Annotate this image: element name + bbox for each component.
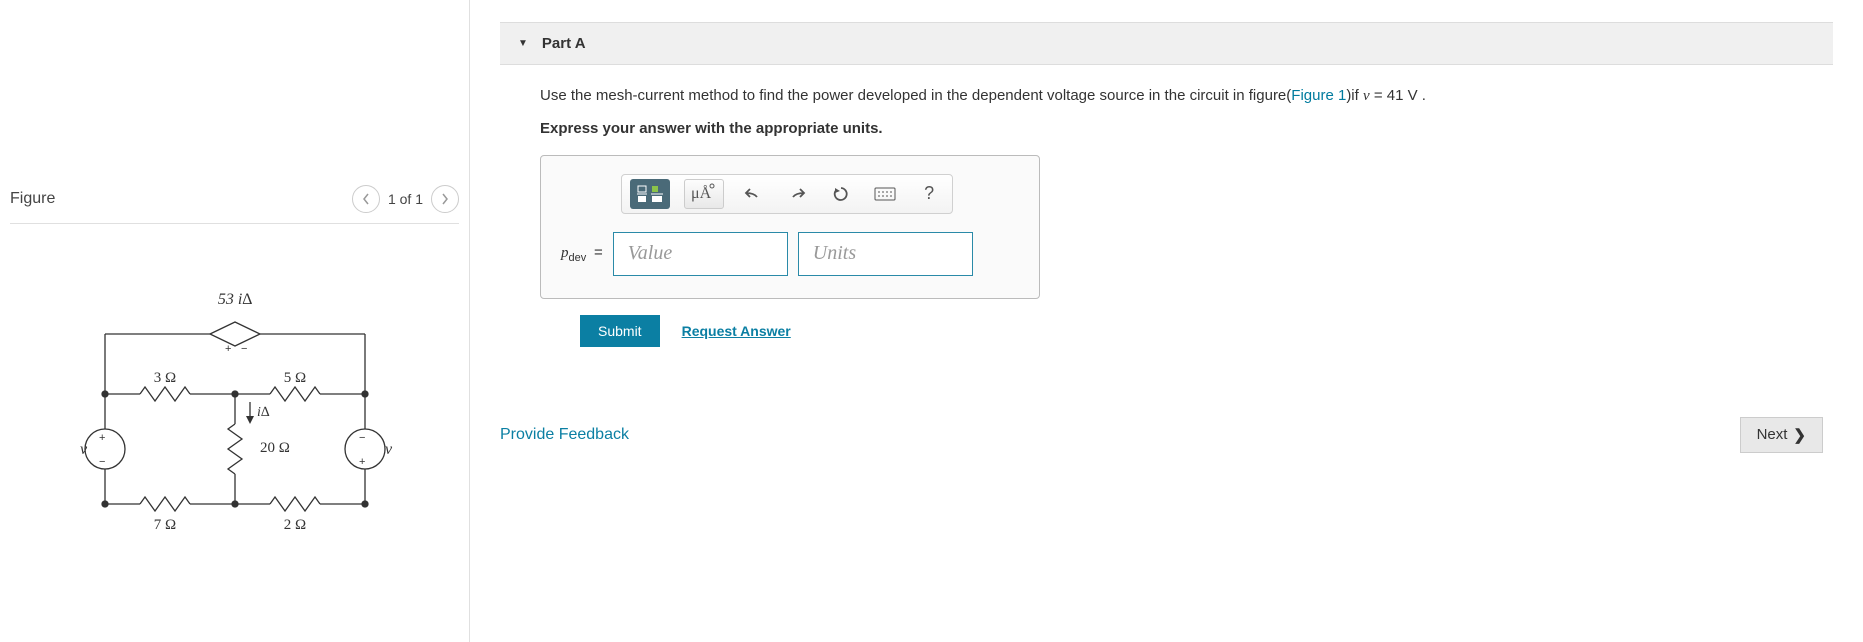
footer-row: Provide Feedback Next ❯: [500, 417, 1833, 453]
chevron-left-icon: [362, 193, 370, 205]
redo-icon: [788, 186, 806, 202]
help-label: ?: [924, 183, 934, 204]
reset-button[interactable]: [826, 179, 856, 209]
r5-label: 2 Ω: [283, 517, 305, 533]
chevron-right-icon: [441, 193, 449, 205]
figure-position: 1 of 1: [388, 191, 423, 207]
r2-label: 5 Ω: [283, 370, 305, 386]
answer-box: μÅ ?: [540, 155, 1040, 299]
i-delta-label: i∆: [257, 405, 270, 420]
value-input[interactable]: [613, 232, 788, 276]
circuit-svg: 53 i∆ + − 3 Ω 5 Ω 20 Ω 7 Ω 2 Ω i∆ v + − …: [55, 274, 415, 554]
undo-button[interactable]: [738, 179, 768, 209]
svg-text:+: +: [225, 343, 231, 355]
help-button[interactable]: ?: [914, 179, 944, 209]
r4-label: 7 Ω: [153, 517, 175, 533]
r3-label: 20 Ω: [260, 440, 290, 456]
circuit-diagram: 53 i∆ + − 3 Ω 5 Ω 20 Ω 7 Ω 2 Ω i∆ v + − …: [10, 274, 459, 554]
ring-icon: [709, 183, 715, 189]
question-text: Use the mesh-current method to find the …: [540, 85, 1793, 108]
content-panel: ▼ Part A Use the mesh-current method to …: [470, 0, 1863, 642]
figure-link[interactable]: Figure 1: [1291, 87, 1346, 104]
collapse-triangle-icon: ▼: [518, 38, 528, 49]
figure-next-button[interactable]: [431, 185, 459, 213]
svg-text:−: −: [99, 456, 105, 468]
r1-label: 3 Ω: [153, 370, 175, 386]
figure-header: Figure 1 of 1: [10, 175, 459, 224]
redo-button[interactable]: [782, 179, 812, 209]
svg-text:+: +: [359, 456, 365, 468]
answer-instruction: Express your answer with the appropriate…: [540, 120, 1793, 137]
svg-text:+: +: [99, 432, 105, 444]
question-suffix: = 41 V .: [1370, 87, 1426, 104]
chevron-right-icon: ❯: [1793, 426, 1806, 444]
reset-icon: [832, 185, 850, 203]
question-mid: )if: [1346, 87, 1363, 104]
question-body: Use the mesh-current method to find the …: [500, 65, 1833, 347]
svg-text:−: −: [359, 432, 365, 444]
keyboard-button[interactable]: [870, 179, 900, 209]
provide-feedback-link[interactable]: Provide Feedback: [500, 426, 629, 444]
figure-panel: Figure 1 of 1: [0, 0, 470, 642]
next-label: Next: [1757, 426, 1788, 443]
undo-icon: [744, 186, 762, 202]
submit-button[interactable]: Submit: [580, 315, 660, 347]
units-picker-button[interactable]: μÅ: [684, 179, 724, 209]
part-title: Part A: [542, 35, 586, 52]
v-left-label: v: [80, 441, 88, 458]
question-prefix: Use the mesh-current method to find the …: [540, 87, 1291, 104]
dep-source-label: 53 i∆: [217, 291, 251, 308]
next-button[interactable]: Next ❯: [1740, 417, 1823, 453]
figure-nav: 1 of 1: [352, 185, 459, 213]
units-input[interactable]: [798, 232, 973, 276]
units-picker-label: μÅ: [691, 185, 711, 203]
figure-title: Figure: [10, 190, 55, 208]
v-right-label: v: [385, 441, 393, 458]
templates-button[interactable]: [630, 179, 670, 209]
answer-variable-label: pdev =: [561, 244, 603, 264]
submit-row: Submit Request Answer: [540, 315, 1793, 347]
figure-prev-button[interactable]: [352, 185, 380, 213]
answer-input-row: pdev =: [561, 232, 1019, 276]
question-var-v: v: [1363, 88, 1370, 104]
answer-toolbar: μÅ ?: [621, 174, 953, 214]
keyboard-icon: [874, 187, 896, 201]
part-header[interactable]: ▼ Part A: [500, 22, 1833, 65]
svg-text:−: −: [241, 343, 247, 355]
fraction-template-icon: [636, 184, 664, 204]
request-answer-link[interactable]: Request Answer: [682, 323, 791, 339]
